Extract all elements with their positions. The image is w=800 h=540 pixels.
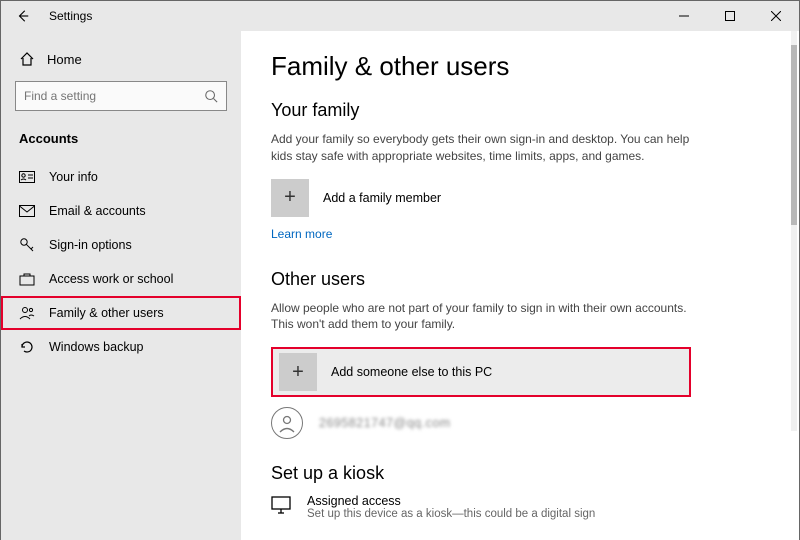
scrollbar-thumb[interactable] bbox=[791, 45, 797, 225]
add-family-member-button[interactable]: + Add a family member bbox=[271, 179, 769, 217]
close-icon bbox=[771, 11, 781, 21]
minimize-icon bbox=[679, 11, 689, 21]
close-button[interactable] bbox=[753, 1, 799, 31]
sidebar-item-label: Sign-in options bbox=[49, 238, 132, 252]
search-box[interactable] bbox=[15, 81, 227, 111]
assigned-access-title: Assigned access bbox=[307, 494, 595, 508]
section-heading-kiosk: Set up a kiosk bbox=[271, 463, 769, 484]
key-icon bbox=[19, 237, 35, 253]
back-button[interactable] bbox=[9, 2, 37, 30]
maximize-button[interactable] bbox=[707, 1, 753, 31]
monitor-icon bbox=[271, 496, 293, 514]
sidebar-item-label: Windows backup bbox=[49, 340, 144, 354]
sidebar-item-signin-options[interactable]: Sign-in options bbox=[1, 228, 241, 262]
content-pane: Family & other users Your family Add you… bbox=[241, 31, 799, 540]
window-controls bbox=[661, 1, 799, 31]
home-button[interactable]: Home bbox=[1, 45, 241, 77]
plus-icon: + bbox=[271, 179, 309, 217]
avatar-icon bbox=[271, 407, 303, 439]
window-title: Settings bbox=[49, 9, 92, 23]
sidebar-item-your-info[interactable]: Your info bbox=[1, 160, 241, 194]
home-icon bbox=[19, 51, 35, 67]
add-someone-else-button[interactable]: + Add someone else to this PC bbox=[271, 347, 691, 397]
sidebar-item-windows-backup[interactable]: Windows backup bbox=[1, 330, 241, 364]
add-someone-else-label: Add someone else to this PC bbox=[331, 365, 492, 379]
section-heading-family: Your family bbox=[271, 100, 769, 121]
mail-icon bbox=[19, 203, 35, 219]
family-description: Add your family so everybody gets their … bbox=[271, 131, 691, 165]
id-card-icon bbox=[19, 169, 35, 185]
search-icon bbox=[204, 89, 218, 103]
sync-icon bbox=[19, 339, 35, 355]
learn-more-link[interactable]: Learn more bbox=[271, 227, 332, 241]
search-input[interactable] bbox=[24, 89, 204, 103]
people-icon bbox=[19, 305, 35, 321]
sidebar-item-email-accounts[interactable]: Email & accounts bbox=[1, 194, 241, 228]
add-family-label: Add a family member bbox=[323, 191, 441, 205]
vertical-scrollbar[interactable] bbox=[791, 31, 797, 431]
settings-window: Settings Home Accounts Your in bbox=[0, 0, 800, 540]
sidebar-item-family-other-users[interactable]: Family & other users bbox=[1, 296, 241, 330]
plus-icon: + bbox=[279, 353, 317, 391]
home-label: Home bbox=[47, 52, 82, 67]
sidebar: Home Accounts Your info Email & accounts… bbox=[1, 31, 241, 540]
sidebar-category: Accounts bbox=[1, 125, 241, 156]
other-user-row[interactable]: 2695821747@qq.com bbox=[271, 407, 769, 439]
sidebar-item-access-work-school[interactable]: Access work or school bbox=[1, 262, 241, 296]
sidebar-item-label: Email & accounts bbox=[49, 204, 146, 218]
other-user-name: 2695821747@qq.com bbox=[319, 416, 451, 430]
sidebar-item-label: Access work or school bbox=[49, 272, 173, 286]
section-heading-other-users: Other users bbox=[271, 269, 769, 290]
page-title: Family & other users bbox=[271, 51, 769, 82]
window-body: Home Accounts Your info Email & accounts… bbox=[1, 31, 799, 540]
assigned-access-item[interactable]: Assigned access Set up this device as a … bbox=[271, 494, 769, 520]
assigned-access-subtitle: Set up this device as a kiosk—this could… bbox=[307, 508, 595, 520]
titlebar: Settings bbox=[1, 1, 799, 31]
arrow-left-icon bbox=[16, 9, 30, 23]
sidebar-item-label: Family & other users bbox=[49, 306, 164, 320]
maximize-icon bbox=[725, 11, 735, 21]
other-users-description: Allow people who are not part of your fa… bbox=[271, 300, 691, 334]
briefcase-icon bbox=[19, 271, 35, 287]
minimize-button[interactable] bbox=[661, 1, 707, 31]
sidebar-item-label: Your info bbox=[49, 170, 98, 184]
